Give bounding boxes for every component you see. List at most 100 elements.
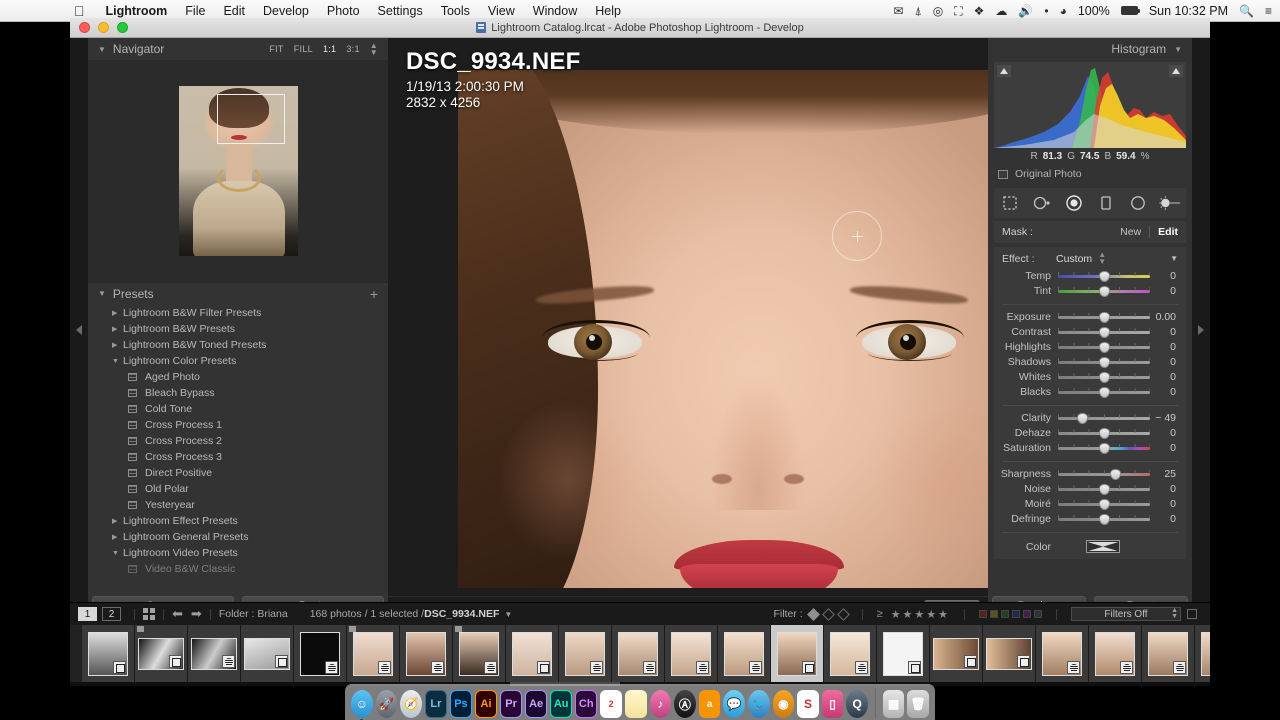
- current-filename[interactable]: DSC_9934.NEF: [424, 608, 499, 620]
- dock-aftereffects-icon[interactable]: Ae: [525, 690, 548, 718]
- effect-row[interactable]: Effect : Custom ▲ ▼ ▼: [994, 251, 1186, 269]
- filmstrip-item[interactable]: [612, 625, 665, 683]
- dock-photoshop-icon[interactable]: Ps: [449, 690, 472, 718]
- grid-view-icon[interactable]: [143, 608, 155, 620]
- flag-unflagged-filter[interactable]: [821, 607, 835, 621]
- slider-noise[interactable]: Noise 0: [994, 482, 1186, 497]
- filmstrip-item[interactable]: [400, 625, 453, 683]
- filmstrip-item[interactable]: [347, 625, 400, 683]
- preset-item-label[interactable]: Aged Photo: [145, 371, 200, 383]
- apple-icon[interactable]: : [0, 4, 97, 18]
- dock-itunes-icon[interactable]: ♪: [649, 690, 672, 718]
- preset-group-label[interactable]: Lightroom B&W Toned Presets: [123, 339, 266, 351]
- filter-stepper-icon[interactable]: ▲ ▼: [1171, 607, 1178, 620]
- filter-preset-dropdown[interactable]: Filters Off ▲ ▼: [1071, 607, 1181, 621]
- filter-toggle-switch[interactable]: [1187, 609, 1197, 619]
- dock-appstore-icon[interactable]: Ⓐ: [674, 690, 696, 718]
- flag-picked-filter[interactable]: [806, 607, 820, 621]
- preset-group-label[interactable]: Lightroom Color Presets: [123, 355, 236, 367]
- red-eye-icon[interactable]: [1063, 192, 1085, 214]
- dock-launchpad-icon[interactable]: 🚀: [375, 690, 398, 718]
- color-label-red[interactable]: [979, 610, 987, 618]
- dock-quicktime-icon[interactable]: Q: [846, 690, 868, 718]
- filmstrip-item[interactable]: [718, 625, 771, 683]
- color-row[interactable]: Color: [994, 538, 1186, 556]
- preset-item-label[interactable]: Cold Tone: [145, 403, 192, 415]
- effect-dropdown-icon[interactable]: ▼: [1170, 254, 1178, 263]
- show-left-panel-arrow[interactable]: [70, 38, 88, 622]
- search-icon[interactable]: 🔍: [1239, 5, 1254, 17]
- filmstrip-item[interactable]: [559, 625, 612, 683]
- preset-item-label[interactable]: Old Polar: [145, 483, 189, 495]
- image-viewer[interactable]: DSC_9934.NEF 1/19/13 2:00:30 PM 2832 x 4…: [388, 38, 1058, 686]
- histogram-header[interactable]: Histogram ▼: [988, 38, 1192, 60]
- flag-rejected-filter[interactable]: [836, 607, 850, 621]
- screen-1-button[interactable]: 1: [78, 607, 97, 621]
- dock-safari-icon[interactable]: 🧭: [400, 690, 422, 718]
- battery-icon[interactable]: [1120, 6, 1140, 15]
- expand-arrow-icon[interactable]: ▶: [112, 309, 123, 317]
- filmstrip-item[interactable]: [453, 625, 506, 683]
- window-titlebar[interactable]: Lightroom Catalog.lrcat - Adobe Photosho…: [70, 18, 1210, 38]
- zoom-fill[interactable]: FILL: [294, 44, 313, 54]
- collapse-arrow-icon[interactable]: ▼: [112, 358, 123, 365]
- slider-whites[interactable]: Whites 0: [994, 370, 1186, 385]
- effect-stepper-icon[interactable]: ▲ ▼: [1098, 251, 1106, 266]
- zoom-3to1[interactable]: 3:1: [346, 44, 359, 54]
- dock-blender-icon[interactable]: ◉: [772, 690, 795, 718]
- color-label-purple[interactable]: [1023, 610, 1031, 618]
- color-label-none[interactable]: [1034, 610, 1042, 618]
- star-rating-filter[interactable]: ★★★★★: [891, 608, 950, 621]
- navigator-viewport-rect[interactable]: [216, 94, 285, 144]
- screen-sharing-icon[interactable]: ⛶: [954, 5, 962, 17]
- slider-clarity[interactable]: Clarity − 49: [994, 411, 1186, 426]
- bluetooth-keyboard-icon[interactable]: ✉: [894, 5, 904, 17]
- filmstrip-thumbnails[interactable]: [70, 625, 1210, 683]
- slider-blacks[interactable]: Blacks 0: [994, 385, 1186, 400]
- slider-sharpness[interactable]: Sharpness 25: [994, 467, 1186, 482]
- expand-arrow-icon[interactable]: ▶: [112, 325, 123, 333]
- zoom-stepper-icon[interactable]: ▲ ▼: [370, 41, 378, 56]
- dock-trash-icon[interactable]: 🗑: [907, 690, 929, 718]
- add-preset-button[interactable]: +: [370, 287, 378, 301]
- histogram-graph[interactable]: [994, 62, 1186, 148]
- bluetooth-icon[interactable]: •: [1044, 5, 1048, 17]
- collapse-triangle-icon[interactable]: ▼: [98, 45, 106, 54]
- preset-item-label[interactable]: Yesteryear: [145, 499, 195, 511]
- airplay-icon[interactable]: ⍋: [915, 5, 922, 17]
- color-swatch[interactable]: [1086, 540, 1120, 554]
- presets-list[interactable]: ▶ Lightroom B&W Filter Presets ▶ Lightroom…: [88, 304, 388, 594]
- back-arrow-icon[interactable]: ⬅: [172, 606, 183, 622]
- preset-group-label[interactable]: Lightroom B&W Presets: [123, 323, 235, 335]
- preset-group-label[interactable]: Lightroom Video Presets: [123, 547, 238, 559]
- menu-develop[interactable]: Develop: [254, 4, 318, 18]
- highlight-clipping-indicator[interactable]: [1169, 65, 1183, 77]
- filmstrip-item[interactable]: [930, 625, 983, 683]
- dock-messages-icon[interactable]: 💬: [723, 690, 745, 718]
- graduated-filter-icon[interactable]: [1095, 192, 1117, 214]
- slider-temp[interactable]: Temp 0: [994, 269, 1186, 284]
- filmstrip-item-selected[interactable]: [771, 625, 824, 683]
- spot-removal-icon[interactable]: [1031, 192, 1053, 214]
- dock-lightroom-icon[interactable]: Lr: [424, 690, 447, 718]
- filmstrip-item[interactable]: [877, 625, 930, 683]
- zoom-1to1[interactable]: 1:1: [323, 44, 336, 54]
- dock-calendar-icon[interactable]: 2: [600, 690, 622, 718]
- preset-item-label[interactable]: Cross Process 3: [145, 451, 222, 463]
- wifi-icon[interactable]: ◕: [1060, 5, 1067, 17]
- collapse-arrow-icon[interactable]: ▼: [112, 550, 123, 557]
- notification-center-icon[interactable]: ≡: [1265, 5, 1272, 17]
- preset-item-label[interactable]: Video B&W Classic: [145, 563, 235, 575]
- preset-group-label[interactable]: Lightroom Effect Presets: [123, 515, 238, 527]
- menu-help[interactable]: Help: [586, 4, 630, 18]
- mask-new-button[interactable]: New: [1120, 226, 1141, 238]
- menu-edit[interactable]: Edit: [214, 4, 254, 18]
- slider-shadows[interactable]: Shadows 0: [994, 355, 1186, 370]
- filmstrip-item[interactable]: [665, 625, 718, 683]
- filename-dropdown-icon[interactable]: ▼: [504, 610, 512, 619]
- filmstrip-item[interactable]: [82, 625, 135, 683]
- filmstrip-item[interactable]: [506, 625, 559, 683]
- zoom-fit[interactable]: FIT: [269, 44, 283, 54]
- dock-audition-icon[interactable]: Au: [550, 690, 573, 718]
- menu-app-name[interactable]: Lightroom: [97, 4, 177, 18]
